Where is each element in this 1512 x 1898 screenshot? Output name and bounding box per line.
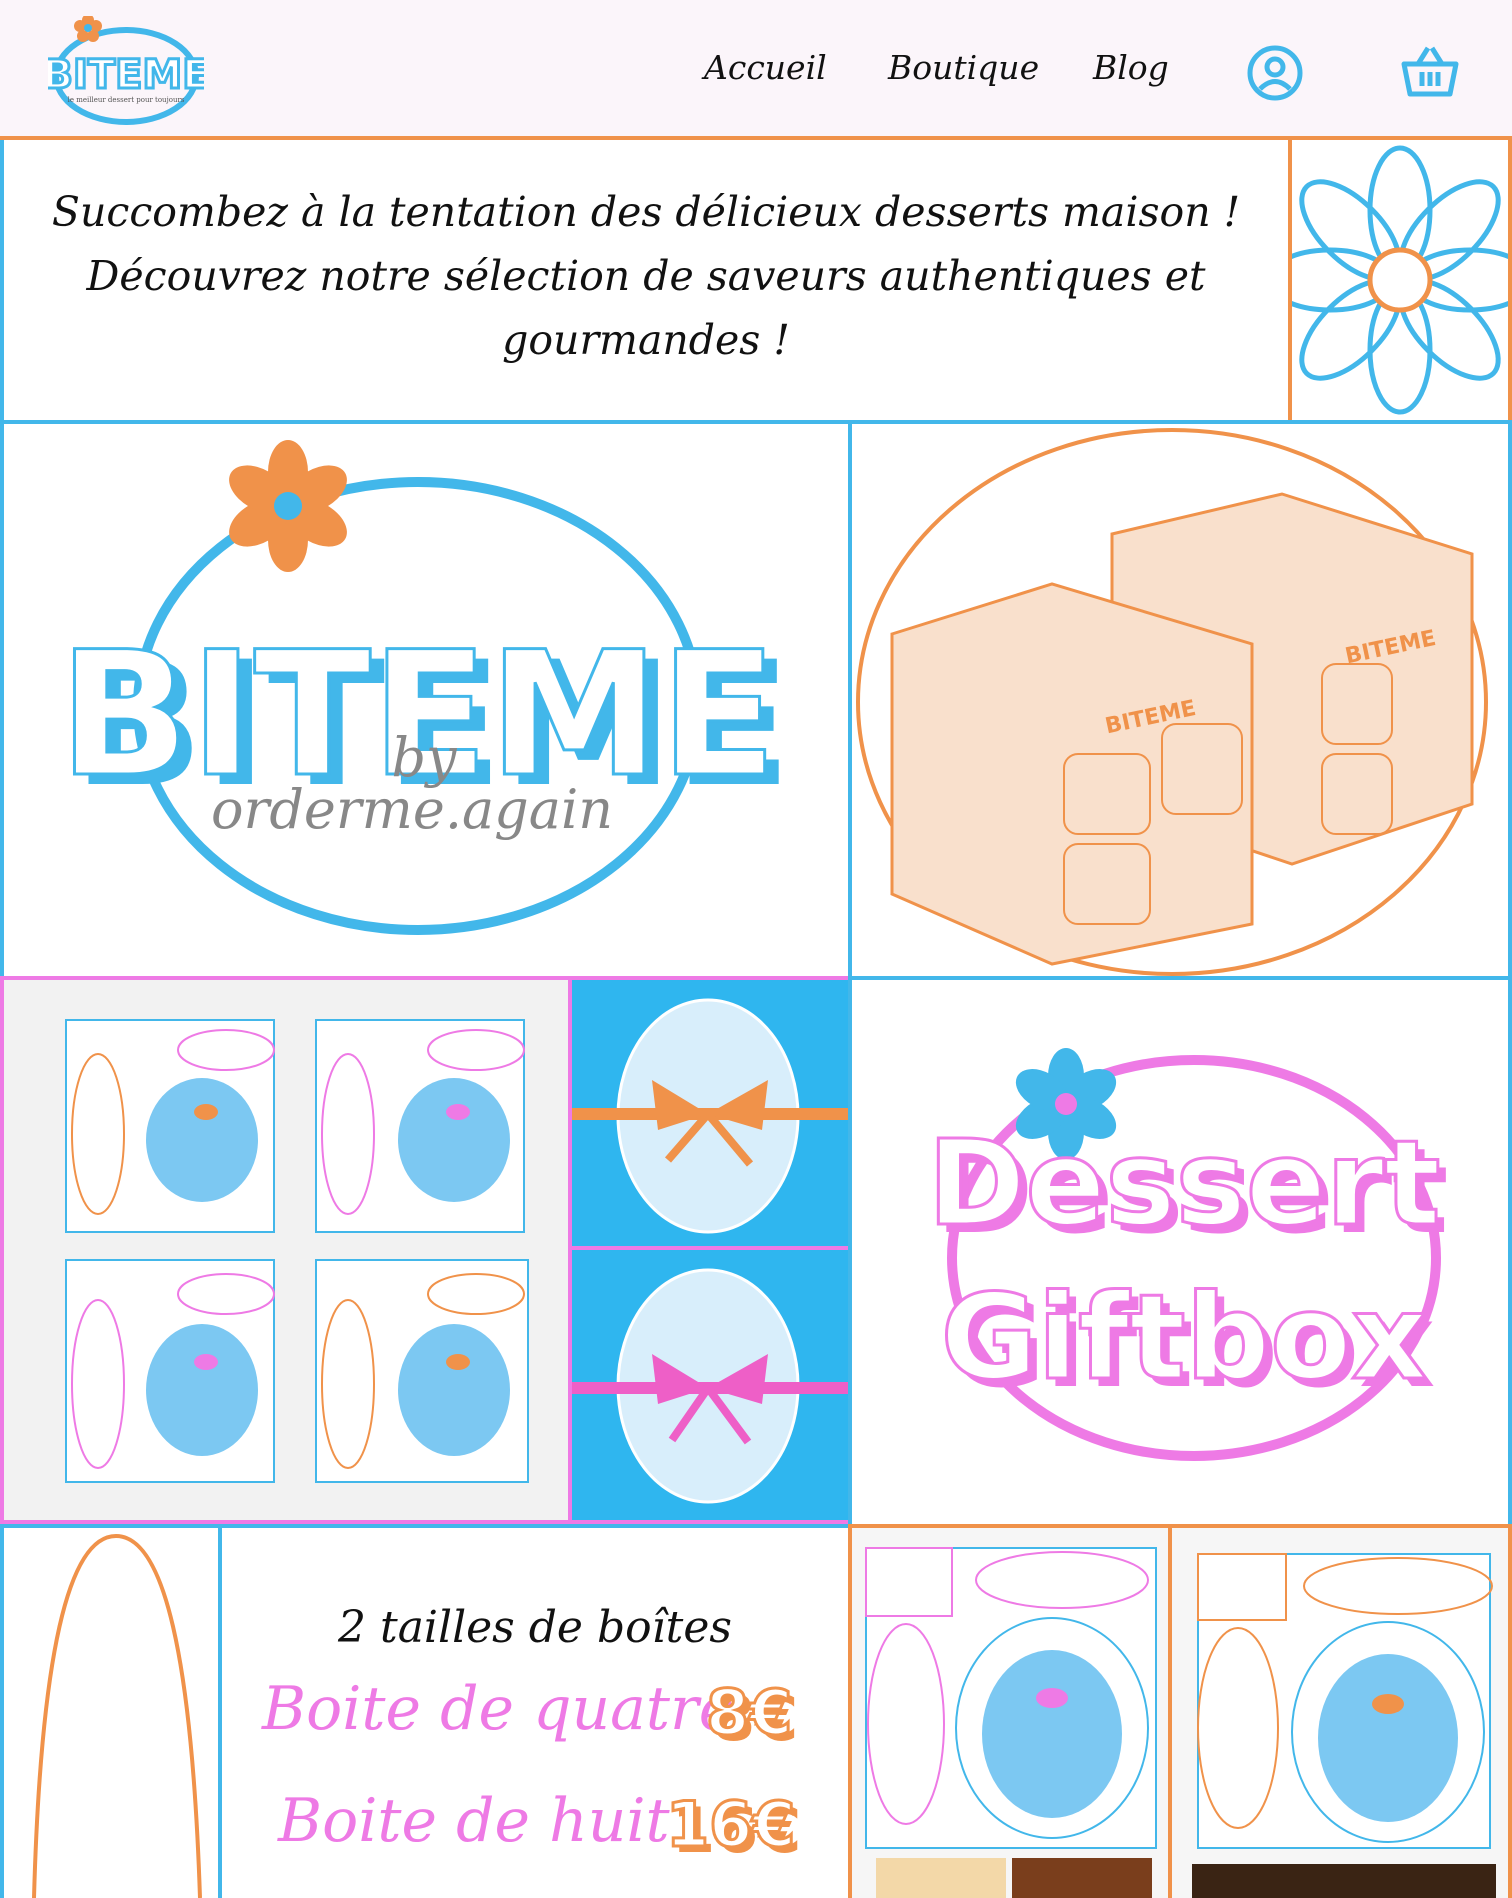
box-four-photo	[848, 1524, 1172, 1898]
box-size-label-1: Boite de quatre	[262, 1674, 735, 1744]
intro-line-3: gourmandes !	[502, 316, 790, 364]
ribbon-box-pink-photo	[568, 1246, 852, 1524]
boxes-grid-photo	[0, 976, 572, 1524]
svg-text:BITEME: BITEME	[48, 52, 204, 98]
nav-blog[interactable]: Blog	[1093, 48, 1169, 87]
intro-line-1: Succombez à la tentation des délicieux d…	[51, 188, 1241, 236]
account-button[interactable]	[1246, 44, 1304, 102]
intro-line-2: Découvrez notre sélection de saveurs aut…	[86, 252, 1206, 300]
svg-text:orderme.again: orderme.again	[211, 778, 613, 841]
brand-logo-illustration: BITEME BITEME by orderme.again	[57, 440, 791, 935]
dessert-giftbox-illustration: Dessert Dessert Giftbox Giftbox	[926, 1048, 1449, 1461]
dessert-giftbox-card: Dessert Dessert Giftbox Giftbox	[848, 976, 1512, 1528]
box-sizes-heading: 2 tailles de boîtes	[338, 1602, 732, 1653]
svg-text:le meilleur dessert pour toujo: le meilleur dessert pour toujours	[68, 96, 185, 104]
arch-decoration-cell	[0, 1524, 222, 1898]
arch-decoration	[32, 1533, 202, 1898]
site-header: BITEME le meilleur dessert pour toujours…	[0, 0, 1512, 140]
ribbon-box-orange-photo	[568, 976, 852, 1250]
box-sizes-section: 2 tailles de boîtes Boite de quatre 8€ B…	[218, 1524, 852, 1898]
ribbon-box-pink-illustration	[572, 1268, 848, 1504]
box-size-price-2: 16€	[664, 1787, 796, 1863]
box-size-price-1: 8€	[704, 1675, 793, 1751]
boxes-grid-illustration	[65, 1019, 529, 1483]
box-four-illustration	[865, 1547, 1157, 1898]
user-icon	[1247, 45, 1303, 101]
logo-icon: BITEME le meilleur dessert pour toujours	[41, 14, 211, 125]
flower-icon	[1292, 145, 1508, 415]
gift-boxes-photo: BITEME BITEME	[848, 420, 1512, 980]
nav-boutique[interactable]: Boutique	[888, 48, 1039, 87]
box-size-label-2: Boite de huit	[278, 1786, 670, 1856]
flower-decoration-cell	[1292, 140, 1512, 424]
gift-boxes-illustration: BITEME BITEME	[856, 428, 1488, 976]
logo-link[interactable]: BITEME le meilleur dessert pour toujours	[41, 14, 211, 128]
basket-icon	[1401, 46, 1459, 97]
ribbon-box-orange-illustration	[572, 998, 848, 1234]
svg-text:Giftbox: Giftbox	[941, 1268, 1428, 1406]
cart-button[interactable]	[1400, 44, 1460, 100]
intro-section: Succombez à la tentation des délicieux d…	[0, 140, 1292, 424]
svg-text:Dessert: Dessert	[927, 1114, 1440, 1252]
nav-accueil[interactable]: Accueil	[704, 48, 827, 87]
brand-logo-card: BITEME BITEME by orderme.again	[0, 420, 852, 980]
box-eight-illustration	[1192, 1553, 1496, 1898]
box-eight-photo	[1168, 1524, 1512, 1898]
